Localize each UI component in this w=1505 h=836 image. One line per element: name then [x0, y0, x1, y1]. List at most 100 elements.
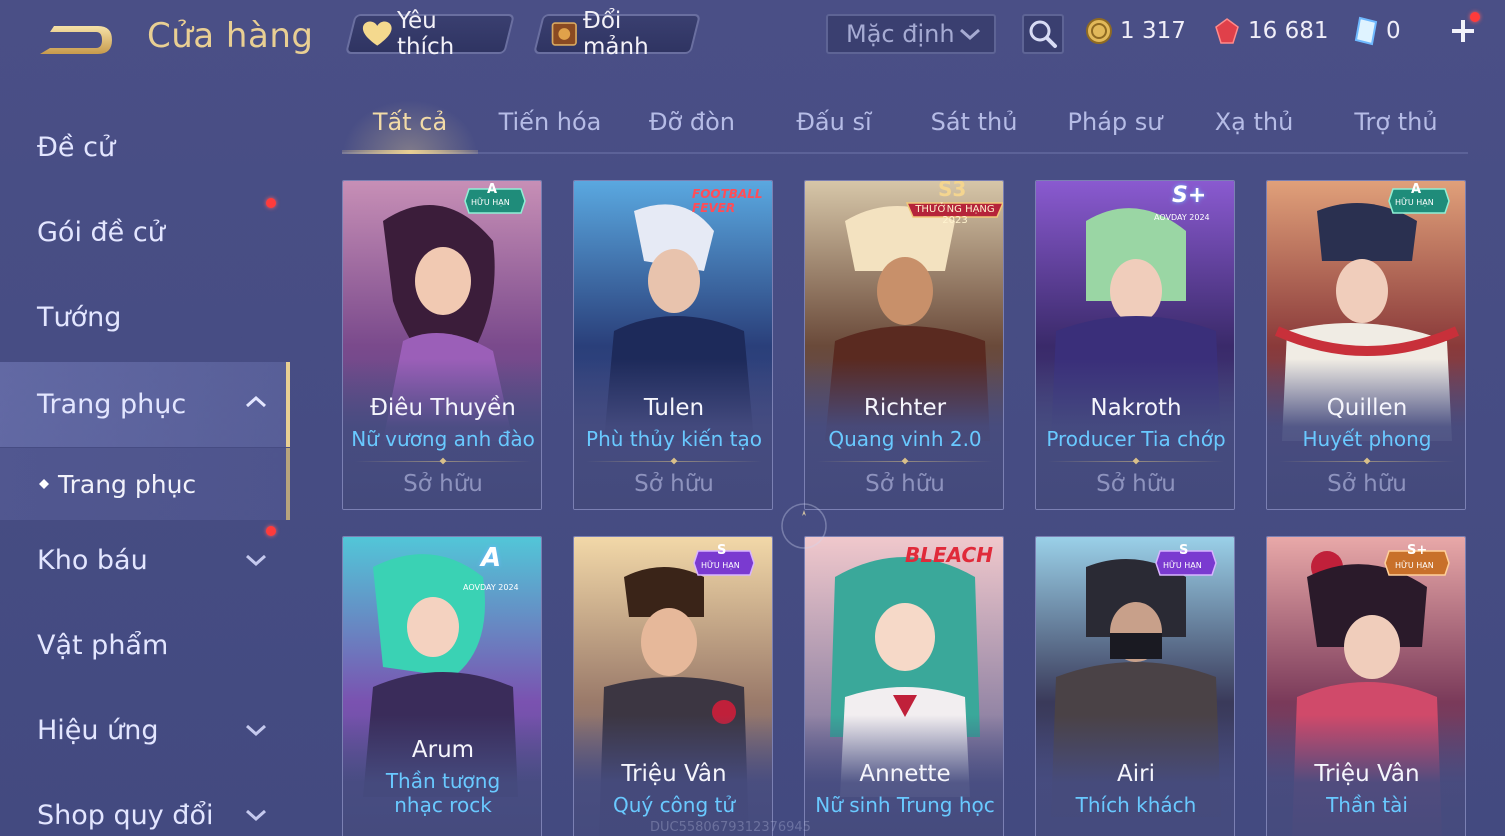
skin-card[interactable]: FOOTBALL FEVER Tulen Phù thủy kiến tạo S… — [573, 180, 773, 510]
skin-card[interactable]: S HỮU HẠN Airi Thích khách — [1035, 536, 1235, 836]
active-tab-underline — [342, 150, 478, 154]
tier-badge-sub: AOVDAY 2024 — [1154, 213, 1210, 222]
heart-icon — [362, 21, 392, 46]
voucher-icon — [1354, 16, 1378, 46]
notification-dot — [266, 526, 276, 536]
owned-status: Sở hữu — [1327, 471, 1407, 497]
card-divider — [586, 461, 762, 462]
sort-dropdown[interactable]: Mặc định — [826, 14, 996, 54]
skin-name: Nữ sinh Trung học — [815, 793, 995, 817]
voucher-balance: 0 — [1352, 10, 1432, 52]
back-arrow-icon[interactable] — [36, 18, 118, 62]
sort-value: Mặc định — [846, 20, 955, 48]
gold-coin-icon — [1086, 18, 1112, 44]
hero-name: Airi — [1117, 761, 1155, 787]
sidebar-subitem-skins[interactable]: Trang phục — [0, 448, 290, 520]
hero-name: Tulen — [643, 395, 705, 421]
rarity-badge-sub: HỮU HẠN — [701, 561, 740, 570]
skin-card[interactable]: S+ HỮU HẠN Triệu Vân Thần tài — [1266, 536, 1466, 836]
sidebar-item-treasure[interactable]: Kho báu — [0, 518, 286, 603]
owned-status: Sở hữu — [865, 471, 945, 497]
gem-value: 16 681 — [1248, 18, 1329, 44]
category-tabs: Tất cả Tiến hóa Đỡ đòn Đấu sĩ Sát thủ Ph… — [342, 100, 1468, 154]
hero-name: Quillen — [1326, 395, 1408, 421]
chevron-down-icon — [246, 809, 266, 822]
rank-badge-sub: THƯỞNG HẠNG 2023 — [915, 204, 995, 226]
sidebar-item-recommended-packs[interactable]: Gói đề cử — [0, 190, 286, 275]
skin-name: Thần tài — [1326, 793, 1408, 817]
rarity-badge-label: S — [717, 543, 727, 558]
search-button[interactable] — [1022, 14, 1064, 54]
skin-card[interactable]: S HỮU HẠN Triệu Vân Quý công tử — [573, 536, 773, 836]
tab-all[interactable]: Tất cả — [342, 108, 478, 152]
card-divider — [817, 461, 993, 462]
sidebar-item-label: Vật phẩm — [37, 630, 169, 661]
skin-card[interactable]: A HỮU HẠN Điêu Thuyền Nữ vương anh đào S… — [342, 180, 542, 510]
fragments-label: Đổi mảnh — [582, 8, 649, 60]
favorites-button[interactable]: Yêu thích — [345, 8, 515, 60]
rarity-badge-label: S — [1179, 543, 1189, 558]
sidebar-item-exchange-shop[interactable]: Shop quy đổi — [0, 773, 286, 836]
user-id-watermark: DUC5580679312376945 — [650, 820, 811, 835]
skin-name: Phù thủy kiến tạo — [586, 427, 762, 451]
sidebar-item-skins[interactable]: Trang phục — [0, 362, 290, 447]
tab-evolution[interactable]: Tiến hóa — [490, 108, 610, 152]
tab-fighter[interactable]: Đấu sĩ — [774, 108, 894, 152]
card-divider — [1279, 461, 1455, 462]
tab-marksman[interactable]: Xạ thủ — [1194, 108, 1314, 152]
coin-balance: 1 317 — [1084, 10, 1204, 52]
rarity-badge-sub: HỮU HẠN — [1163, 561, 1202, 570]
tab-assassin[interactable]: Sát thủ — [914, 108, 1034, 152]
notification-dot — [266, 198, 276, 208]
tier-badge-label: A — [481, 543, 502, 573]
rarity-badge-label: A — [487, 182, 498, 197]
rarity-badge-sub: HỮU HẠN — [471, 198, 510, 207]
hero-name: Triệu Vân — [621, 761, 727, 787]
fragment-chest-icon — [551, 22, 577, 46]
hero-name: Điêu Thuyền — [370, 395, 516, 421]
skin-card[interactable]: BLEACH Annette Nữ sinh Trung học — [804, 536, 1004, 836]
rarity-badge-label: S+ — [1407, 543, 1428, 558]
tab-support[interactable]: Trợ thủ — [1336, 108, 1456, 152]
coin-value: 1 317 — [1120, 18, 1186, 44]
ruby-gem-icon — [1215, 18, 1239, 44]
event-badge-label: FOOTBALL FEVER — [692, 187, 763, 215]
currency-bar: 1 317 16 681 0 — [1084, 10, 1494, 52]
sidebar-subitem-label: Trang phục — [58, 469, 197, 499]
card-divider — [355, 461, 531, 462]
hero-name: Richter — [863, 395, 947, 421]
page-title: Cửa hàng — [147, 16, 314, 56]
sidebar-item-label: Trang phục — [37, 389, 187, 420]
skin-name: Thần tượng nhạc rock — [385, 769, 501, 817]
chevron-down-icon — [960, 28, 980, 41]
chevron-down-icon — [246, 554, 266, 567]
skin-card[interactable]: S+ AOVDAY 2024 Nakroth Producer Tia chớp… — [1035, 180, 1235, 510]
skin-card[interactable]: S3 THƯỞNG HẠNG 2023 Richter Quang vinh 2… — [804, 180, 1004, 510]
tier-badge-label: S+ — [1172, 183, 1207, 208]
card-divider — [1048, 461, 1224, 462]
search-icon — [1029, 20, 1057, 48]
gem-balance: 16 681 — [1212, 10, 1334, 52]
chevron-up-icon — [246, 395, 266, 408]
diamond-bullet-icon — [39, 479, 49, 489]
sidebar-item-label: Gói đề cử — [37, 217, 165, 248]
owned-status: Sở hữu — [634, 471, 714, 497]
exchange-fragments-button[interactable]: Đổi mảnh — [533, 8, 701, 60]
skin-name: Quang vinh 2.0 — [828, 427, 982, 451]
skin-name: Thích khách — [1075, 793, 1197, 817]
collab-badge-label: BLEACH — [905, 543, 993, 567]
tab-tank[interactable]: Đỡ đòn — [632, 108, 752, 152]
sidebar-item-recommended[interactable]: Đề cử — [0, 105, 286, 190]
rank-badge-label: S3 — [938, 180, 967, 201]
hero-name: Arum — [411, 737, 475, 763]
skin-name: Nữ vương anh đào — [351, 427, 535, 451]
skin-card[interactable]: A HỮU HẠN Quillen Huyết phong Sở hữu — [1266, 180, 1466, 510]
skin-grid: A HỮU HẠN Điêu Thuyền Nữ vương anh đào S… — [342, 180, 1468, 836]
sidebar-item-effects[interactable]: Hiệu ứng — [0, 688, 286, 773]
top-bar: Cửa hàng Yêu thích Đổi mảnh Mặc định 1 3… — [0, 0, 1505, 80]
skin-card[interactable]: A AOVDAY 2024 Arum Thần tượng nhạc rock — [342, 536, 542, 836]
owned-status: Sở hữu — [403, 471, 483, 497]
sidebar-item-heroes[interactable]: Tướng — [0, 275, 286, 360]
tab-mage[interactable]: Pháp sư — [1054, 108, 1176, 152]
sidebar-item-items[interactable]: Vật phẩm — [0, 603, 286, 688]
